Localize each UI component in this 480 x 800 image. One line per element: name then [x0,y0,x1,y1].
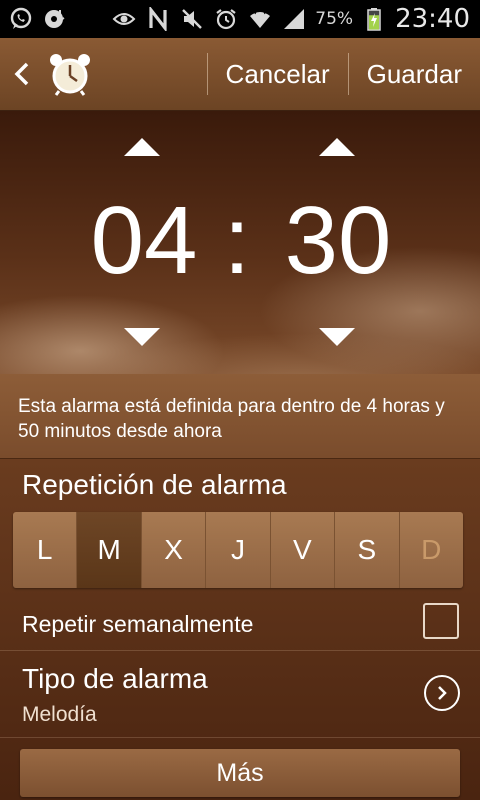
nfc-icon [145,6,171,32]
wifi-icon [247,6,273,32]
status-clock: 23:40 [395,4,470,34]
whatsapp-icon [8,6,34,32]
alarm-icon [213,6,239,32]
minutes-decrement-arrow[interactable] [319,328,355,346]
minutes-value[interactable]: 30 [278,191,398,291]
chevron-right-icon[interactable] [424,675,460,711]
day-sunday[interactable]: D [399,512,463,588]
alarm-info-text: Esta alarma está definida para dentro de… [18,396,445,442]
day-friday[interactable]: V [270,512,336,588]
alarm-settings: Repetición de alarma L M X J V S D Repet… [0,459,480,800]
repeat-weekly-label: Repetir semanalmente [22,611,254,637]
back-button[interactable] [0,38,44,110]
hours-increment-arrow[interactable] [124,138,160,156]
day-monday[interactable]: L [13,512,78,588]
minutes-increment-arrow[interactable] [319,138,355,156]
music-disc-icon [42,6,68,32]
hours-value[interactable]: 04 [84,191,204,291]
alarm-type-title: Tipo de alarma [22,663,208,694]
divider [0,650,480,651]
battery-charging-icon [361,6,387,32]
alarm-type-value: Melodía [22,703,97,726]
save-button[interactable]: Guardar [349,38,480,110]
repeat-weekly-checkbox[interactable] [423,603,459,639]
cancel-button[interactable]: Cancelar [208,38,348,110]
day-thursday[interactable]: J [206,512,271,588]
signal-icon [281,6,307,32]
divider [0,737,480,738]
chevron-left-icon [14,62,29,86]
hours-decrement-arrow[interactable] [124,328,160,346]
time-picker: 04 : 30 [0,111,480,374]
more-button[interactable]: Más [20,749,460,797]
repeat-section-title: Repetición de alarma [22,469,287,500]
repeat-weekly-row[interactable]: Repetir semanalmente [0,599,480,651]
day-selector: L M X J V S D [13,512,463,588]
action-bar: Cancelar Guardar [0,38,480,111]
alarm-info-bar: Esta alarma está definida para dentro de… [0,374,480,459]
battery-percent: 75% [315,9,354,29]
eye-icon [111,6,137,32]
alarm-clock-icon [44,48,96,100]
day-wednesday[interactable]: X [141,512,207,588]
status-bar: 75% 23:40 [0,0,480,38]
time-separator: : [223,187,251,294]
day-tuesday[interactable]: M [77,512,142,588]
mute-icon [179,6,205,32]
alarm-type-row[interactable]: Tipo de alarma Melodía [0,653,480,737]
day-saturday[interactable]: S [335,512,400,588]
